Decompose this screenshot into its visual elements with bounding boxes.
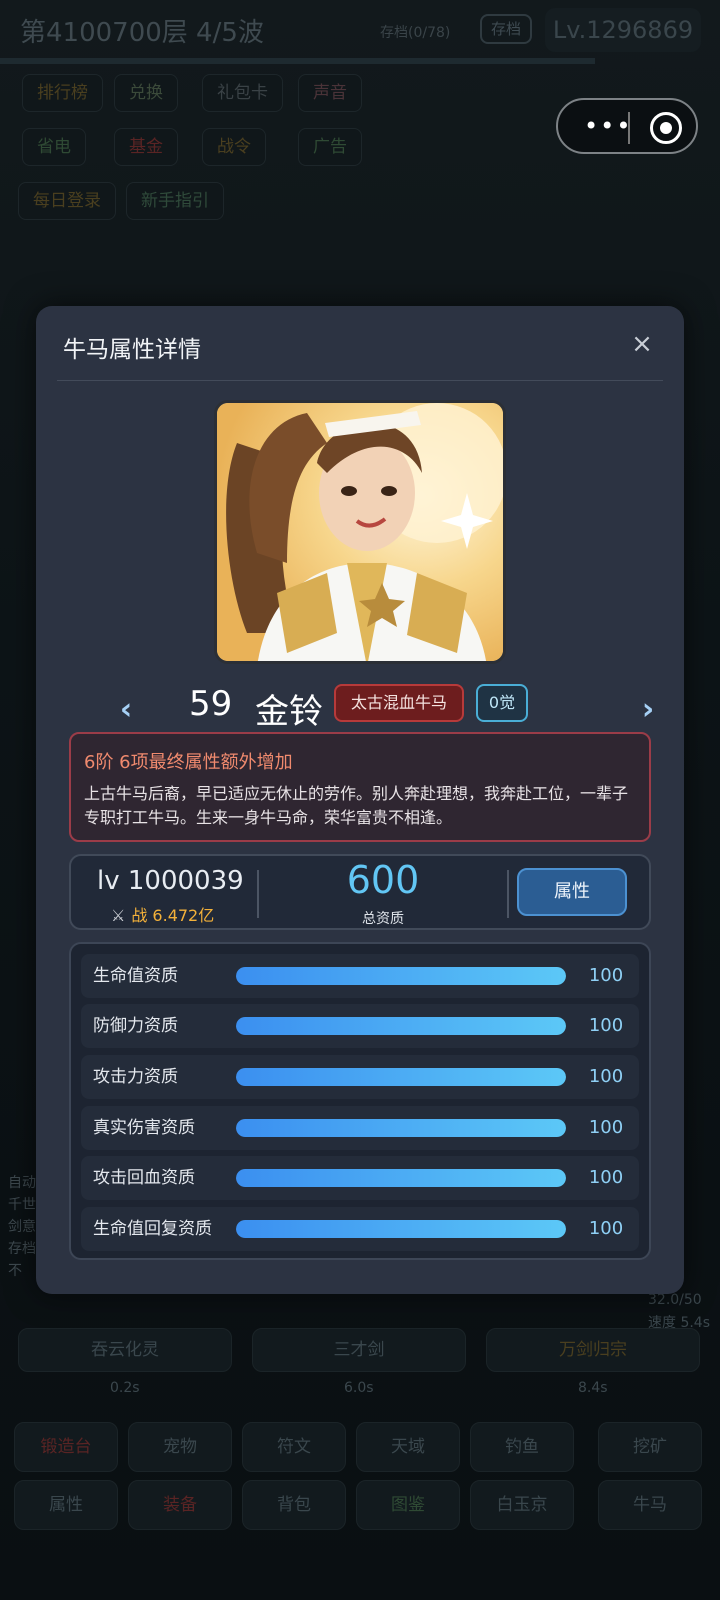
aptitude-row: 防御力资质 100 <box>81 1004 639 1048</box>
aptitude-bar <box>236 1017 566 1035</box>
nav-fishing[interactable]: 钓鱼 <box>470 1422 574 1472</box>
menu-battle-pass[interactable]: 战令 <box>202 128 266 166</box>
aptitude-bar-fill <box>236 1220 566 1238</box>
close-icon[interactable]: × <box>628 330 656 358</box>
menu-beginner-guide[interactable]: 新手指引 <box>126 182 224 220</box>
combat-power-value: 战 6.472亿 <box>131 906 215 925</box>
more-icon[interactable]: ••• <box>584 114 632 138</box>
menu-exchange[interactable]: 兑换 <box>114 74 178 112</box>
combat-power: ⚔ 战 6.472亿 <box>111 902 214 926</box>
aptitude-bar-fill <box>236 1017 566 1035</box>
floor-indicator: 第4100700层 4/5波 <box>20 18 264 48</box>
aptitude-bar <box>236 1068 566 1086</box>
menu-ranking[interactable]: 排行榜 <box>22 74 103 112</box>
aptitude-value: 100 <box>588 1167 624 1188</box>
aptitude-row: 攻击力资质 100 <box>81 1055 639 1099</box>
stat-summary-panel: lv 1000039 ⚔ 战 6.472亿 600 总资质 属性 <box>69 854 651 930</box>
top-bar: 第4100700层 4/5波 存档(0/78) 存档 Lv.1296869 <box>0 0 720 60</box>
nav-jade-capital[interactable]: 白玉京 <box>470 1480 574 1530</box>
skill-button-3[interactable]: 万剑归宗 <box>486 1328 700 1372</box>
description-text: 上古牛马后裔，早已适应无休止的劳作。别人奔赴理想，我奔赴工位，一辈子专职打工牛马… <box>84 784 629 827</box>
close-program-icon[interactable] <box>650 112 682 144</box>
aptitude-bar <box>236 1220 566 1238</box>
aptitude-row: 生命值资质 100 <box>81 954 639 998</box>
character-number: 59 <box>189 684 233 724</box>
nav-mining[interactable]: 挖矿 <box>598 1422 702 1472</box>
aptitude-row: 真实伤害资质 100 <box>81 1106 639 1150</box>
menu-power-save[interactable]: 省电 <box>22 128 86 166</box>
aptitude-name: 生命值回复资质 <box>93 1219 212 1239</box>
skill-button-1[interactable]: 吞云化灵 <box>18 1328 232 1372</box>
modal-title: 牛马属性详情 <box>63 337 201 363</box>
skill-timer-1: 0.2s <box>110 1380 140 1396</box>
tier-badge: 太古混血牛马 <box>334 684 464 722</box>
aptitude-bar <box>236 967 566 985</box>
aptitude-value: 100 <box>588 1015 624 1036</box>
menu-sound[interactable]: 声音 <box>298 74 362 112</box>
aptitude-bar-fill <box>236 967 566 985</box>
prev-character-icon[interactable]: ‹ <box>108 692 144 728</box>
character-level: lv 1000039 <box>97 866 244 896</box>
nav-forge[interactable]: 锻造台 <box>14 1422 118 1472</box>
aptitude-name: 真实伤害资质 <box>93 1118 195 1138</box>
side-text: 自动 <box>8 1175 36 1191</box>
aptitude-bar <box>236 1119 566 1137</box>
aptitude-name: 攻击回血资质 <box>93 1168 195 1188</box>
aptitude-value: 100 <box>588 1066 624 1087</box>
nav-runes[interactable]: 符文 <box>242 1422 346 1472</box>
menu-ads[interactable]: 广告 <box>298 128 362 166</box>
side-text: 千世 <box>8 1197 36 1213</box>
nav-equipment[interactable]: 装备 <box>128 1480 232 1530</box>
total-aptitude-label: 总资质 <box>362 911 404 927</box>
aptitude-value: 100 <box>588 965 624 986</box>
menu-fund[interactable]: 基金 <box>114 128 178 166</box>
attributes-button[interactable]: 属性 <box>517 868 627 916</box>
description-headline: 6阶 6项最终属性额外增加 <box>84 752 293 773</box>
total-aptitude-value: 600 <box>346 858 420 902</box>
portrait-illustration <box>217 403 503 661</box>
aptitude-bar <box>236 1169 566 1187</box>
aptitude-list: 生命值资质 100 防御力资质 100 攻击力资质 100 真实伤害资质 100 攻击回血资质 1… <box>69 942 651 1260</box>
side-text: 剑意 <box>8 1219 36 1235</box>
aptitude-bar-fill <box>236 1119 566 1137</box>
menu-gift-card[interactable]: 礼包卡 <box>202 74 283 112</box>
aptitude-name: 生命值资质 <box>93 966 178 986</box>
skill-timer-3: 8.4s <box>578 1380 608 1396</box>
divider <box>57 380 663 381</box>
aptitude-bar-fill <box>236 1169 566 1187</box>
character-portrait <box>214 400 506 664</box>
character-detail-modal: 牛马属性详情 × ‹ 59 金铃 太古混血牛马 0觉 › 6阶 6项最终属性额外… <box>36 306 684 1294</box>
aptitude-row: 攻击回血资质 100 <box>81 1156 639 1200</box>
side-text: 不 <box>8 1263 22 1279</box>
skill-button-2[interactable]: 三才剑 <box>252 1328 466 1372</box>
nav-attributes[interactable]: 属性 <box>14 1480 118 1530</box>
aptitude-bar-fill <box>236 1068 566 1086</box>
skill-timer-2: 6.0s <box>344 1380 374 1396</box>
nav-sky-realm[interactable]: 天域 <box>356 1422 460 1472</box>
aptitude-value: 100 <box>588 1117 624 1138</box>
wave-progress-bar <box>0 58 595 64</box>
resource-count: 32.0/50 <box>648 1292 702 1308</box>
next-character-icon[interactable]: › <box>630 692 666 728</box>
nav-niuma[interactable]: 牛马 <box>598 1480 702 1530</box>
save-button[interactable]: 存档 <box>480 14 532 44</box>
aptitude-value: 100 <box>588 1218 624 1239</box>
aptitude-row: 生命值回复资质 100 <box>81 1207 639 1251</box>
character-name: 金铃 <box>255 692 323 732</box>
crossed-swords-icon: ⚔ <box>111 906 126 925</box>
mini-program-capsule[interactable]: ••• <box>556 98 698 154</box>
aptitude-name: 防御力资质 <box>93 1016 178 1036</box>
side-text: 存档 <box>8 1241 36 1257</box>
awaken-badge: 0觉 <box>476 684 528 722</box>
nav-pets[interactable]: 宠物 <box>128 1422 232 1472</box>
save-note: 存档(0/78) <box>380 25 451 41</box>
menu-daily-login[interactable]: 每日登录 <box>18 182 116 220</box>
nav-backpack[interactable]: 背包 <box>242 1480 346 1530</box>
player-level: Lv.1296869 <box>545 8 701 52</box>
description-box: 6阶 6项最终属性额外增加 上古牛马后裔，早已适应无休止的劳作。别人奔赴理想，我… <box>69 732 651 842</box>
aptitude-name: 攻击力资质 <box>93 1067 178 1087</box>
nav-codex[interactable]: 图鉴 <box>356 1480 460 1530</box>
